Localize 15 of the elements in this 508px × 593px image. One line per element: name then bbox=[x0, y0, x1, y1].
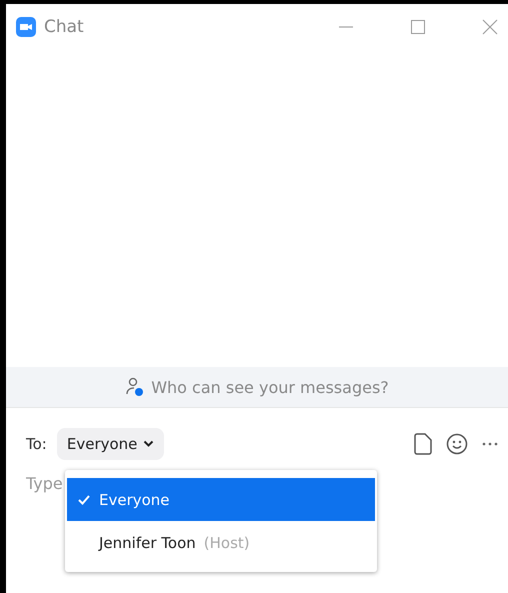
file-icon[interactable] bbox=[414, 433, 432, 455]
emoji-icon[interactable] bbox=[446, 433, 468, 455]
window-title: Chat bbox=[44, 17, 85, 37]
maximize-icon bbox=[410, 19, 426, 35]
role-label: (Host) bbox=[204, 534, 250, 552]
chevron-down-icon bbox=[143, 440, 154, 448]
check-icon bbox=[77, 492, 91, 506]
close-icon bbox=[482, 19, 498, 35]
minimize-icon bbox=[338, 26, 354, 28]
more-icon[interactable] bbox=[482, 442, 498, 446]
app-logo-icon bbox=[16, 17, 36, 37]
menu-item[interactable]: Everyone bbox=[67, 478, 375, 521]
recipient-dropdown[interactable]: Everyone bbox=[56, 428, 164, 460]
menu-item[interactable]: Jennifer Toon (Host) bbox=[67, 521, 375, 564]
recipient-label: To: bbox=[26, 435, 47, 453]
